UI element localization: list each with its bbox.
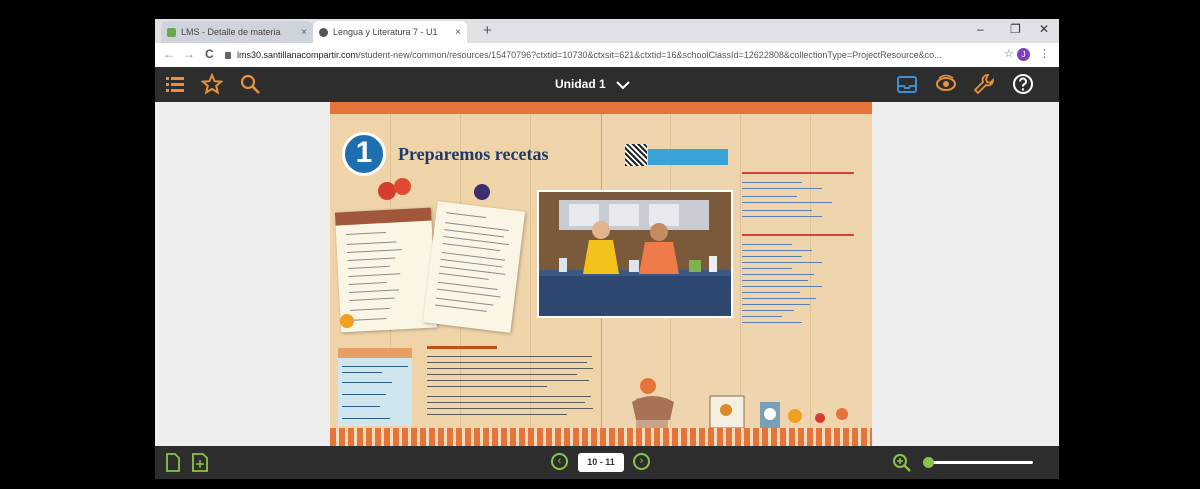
- right-column-text: [742, 172, 862, 352]
- recipe-card: [334, 207, 438, 333]
- info-box: [338, 348, 412, 426]
- tab-title: LMS - Detalle de materia: [181, 27, 281, 37]
- book-page-title: Preparemos recetas: [398, 144, 549, 164]
- page-header-band: [330, 102, 872, 114]
- wrench-icon[interactable]: [973, 73, 995, 95]
- chevron-down-icon: [616, 81, 630, 90]
- fruit-illustration: [394, 178, 411, 195]
- unit-number-badge: 1: [342, 132, 386, 176]
- url-path: /student-new/common/resources/15470796?c…: [358, 50, 942, 60]
- tab-close-icon[interactable]: ×: [301, 27, 307, 38]
- tab-lengua[interactable]: Lengua y Literatura 7 - U1 ×: [313, 21, 467, 43]
- reload-button[interactable]: C: [205, 47, 214, 61]
- reader-content: 1 Preparemos recetas: [155, 102, 1059, 446]
- tab-close-icon[interactable]: ×: [455, 27, 461, 38]
- previous-page-button[interactable]: ‹: [551, 453, 568, 470]
- search-icon[interactable]: [239, 73, 261, 95]
- kitchen-utensils-illustration: [632, 378, 848, 428]
- page-indicator[interactable]: 10 - 11: [578, 453, 624, 472]
- lock-icon: [225, 52, 231, 60]
- back-button[interactable]: ←: [163, 47, 175, 61]
- info-box-header: [338, 348, 412, 358]
- qr-label-box: [648, 149, 728, 165]
- forward-button[interactable]: →: [183, 47, 195, 61]
- url-field[interactable]: lms30.santillanacompartir.com/student-ne…: [225, 47, 995, 63]
- tab-title: Lengua y Literatura 7 - U1: [333, 27, 438, 37]
- reader-bottom-bar: ‹ 10 - 11 ›: [155, 446, 1059, 479]
- unit-label: Unidad 1: [555, 77, 606, 91]
- single-page-icon[interactable]: [165, 453, 181, 472]
- new-tab-button[interactable]: +: [483, 22, 492, 39]
- bookmark-star-icon[interactable]: ☆: [1004, 47, 1014, 60]
- inbox-icon[interactable]: [896, 73, 918, 95]
- maximize-button[interactable]: ❐: [1010, 22, 1021, 36]
- url-host: lms30.santillanacompartir.com: [237, 50, 359, 60]
- qr-code: [625, 144, 647, 166]
- reader-toolbar: Unidad 1: [155, 67, 1059, 102]
- double-page-icon[interactable]: [191, 453, 209, 472]
- kitchen-photo[interactable]: [537, 190, 733, 318]
- star-icon[interactable]: [201, 73, 223, 95]
- recipe-card: [422, 201, 526, 333]
- browser-window: LMS - Detalle de materia × Lengua y Lite…: [155, 19, 1059, 479]
- eye-icon[interactable]: [935, 73, 957, 95]
- unit-number: 1: [355, 136, 373, 169]
- zoom-slider-track[interactable]: [933, 461, 1033, 464]
- help-icon[interactable]: [1012, 73, 1034, 95]
- profile-avatar[interactable]: J: [1017, 48, 1030, 61]
- browser-menu-icon[interactable]: ⋮: [1039, 47, 1050, 60]
- tab-strip: LMS - Detalle de materia × Lengua y Lite…: [155, 19, 1059, 43]
- close-window-button[interactable]: ✕: [1039, 22, 1049, 36]
- section-subtitle: [427, 346, 497, 349]
- zoom-slider-handle[interactable]: [923, 457, 934, 468]
- tab-lms[interactable]: LMS - Detalle de materia ×: [161, 21, 313, 43]
- address-bar-row: ← → C lms30.santillanacompartir.com/stud…: [155, 43, 1059, 68]
- unit-selector[interactable]: Unidad 1: [555, 77, 631, 91]
- book-spread[interactable]: 1 Preparemos recetas: [330, 102, 872, 446]
- kitchen-scene-illustration: [539, 192, 731, 316]
- page-footer-strip: [330, 428, 872, 446]
- minimize-button[interactable]: –: [977, 22, 984, 36]
- list-icon[interactable]: [164, 73, 186, 95]
- lms-favicon-icon: [167, 27, 176, 37]
- next-page-button[interactable]: ›: [633, 453, 650, 470]
- lemon-illustration: [340, 314, 354, 328]
- globe-favicon-icon: [319, 27, 328, 37]
- fruit-illustration: [474, 184, 490, 200]
- zoom-in-icon[interactable]: [892, 453, 912, 473]
